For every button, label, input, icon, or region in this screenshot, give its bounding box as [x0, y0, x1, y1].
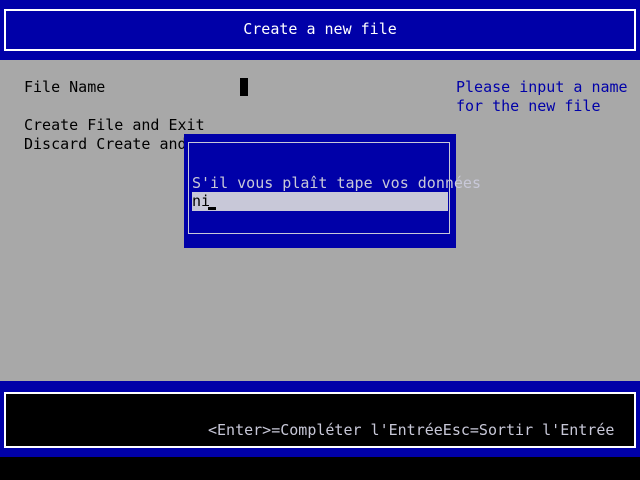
- file-name-field[interactable]: [240, 78, 248, 96]
- bottom-strip: [0, 457, 640, 480]
- page-title: Create a new file: [243, 20, 397, 38]
- dialog-prompt: S'il vous plaît tape vos données: [192, 174, 481, 192]
- help-line-1: Please input a name: [456, 78, 628, 96]
- dialog-text-input[interactable]: ni: [192, 192, 448, 211]
- footer-bar: <Enter>=Compléter l'EntréeEsc=Sortir l'E…: [0, 381, 640, 457]
- create-file-and-exit-option[interactable]: Create File and Exit: [24, 116, 205, 135]
- key-hints: <Enter>=Compléter l'EntréeEsc=Sortir l'E…: [208, 421, 615, 439]
- text-cursor: [208, 207, 216, 210]
- help-line-2: for the new file: [456, 97, 601, 115]
- header-bar: Create a new file: [0, 0, 640, 60]
- input-dialog: S'il vous plaît tape vos données ni: [184, 134, 481, 248]
- file-name-label: File Name: [24, 78, 106, 96]
